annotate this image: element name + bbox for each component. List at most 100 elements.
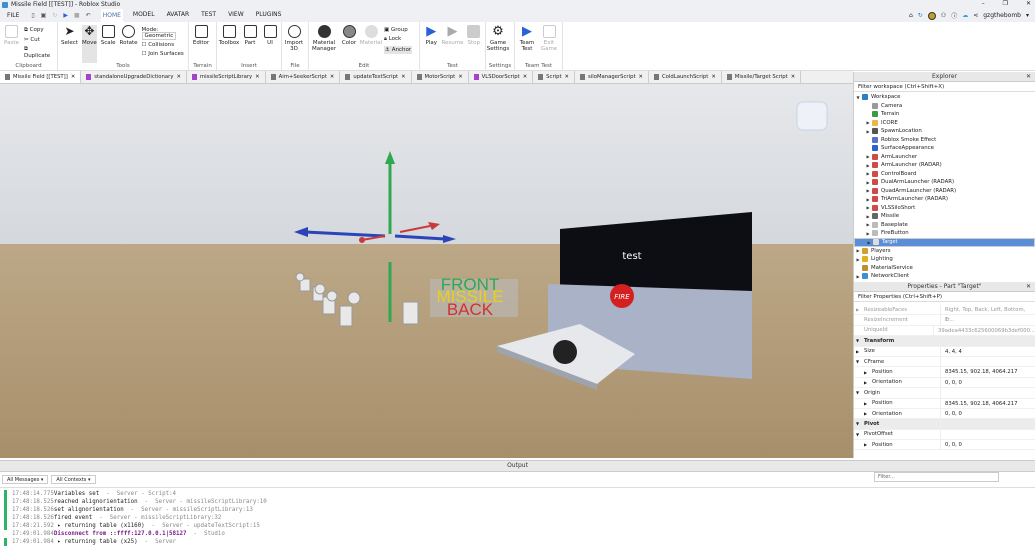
collapsed-arrow-icon[interactable]: ▶ <box>864 231 872 236</box>
close-tab-icon[interactable]: ✕ <box>565 74 569 80</box>
collapsed-arrow-icon[interactable]: ▶ <box>865 240 873 245</box>
messages-filter-dropdown[interactable]: All Messages ▾ <box>2 475 49 484</box>
tab-view[interactable]: VIEW <box>226 9 246 22</box>
tab-test[interactable]: TEST <box>199 9 218 22</box>
copy-button[interactable]: ⧉ Copy <box>24 27 54 34</box>
cloud-icon[interactable]: ☁ <box>962 12 968 19</box>
property-row[interactable]: ▶ Position 0, 0, 0 <box>854 440 1035 451</box>
close-tab-icon[interactable]: ✕ <box>330 74 334 80</box>
help-icon[interactable]: ⓘ <box>951 11 957 20</box>
document-tab[interactable]: MotorScript ✕ <box>412 71 469 83</box>
close-tab-icon[interactable]: ✕ <box>791 74 795 80</box>
file-menu[interactable]: FILE <box>5 10 21 21</box>
explorer-item[interactable]: ▶ VLSSiloShort <box>854 204 1035 213</box>
home-icon[interactable]: ⌂ <box>909 12 913 19</box>
document-tab[interactable]: VLSDoorScript ✕ <box>469 71 534 83</box>
expanded-arrow-icon[interactable]: ▼ <box>856 390 864 395</box>
explorer-item[interactable]: ▶ ArmLauncher <box>854 153 1035 162</box>
close-tab-icon[interactable]: ✕ <box>401 74 405 80</box>
explorer-item[interactable]: ▶ TriArmLauncher (RADAR) <box>854 195 1035 204</box>
collapsed-arrow-icon[interactable]: ▶ <box>864 163 872 168</box>
collapsed-arrow-icon[interactable]: ▶ <box>864 411 872 416</box>
expanded-arrow-icon[interactable]: ▼ <box>854 95 862 100</box>
collapsed-arrow-icon[interactable]: ▶ <box>864 120 872 125</box>
collapsed-arrow-icon[interactable]: ▶ <box>854 274 862 279</box>
minimize-button[interactable]: – <box>982 0 985 7</box>
collapsed-arrow-icon[interactable]: ▶ <box>854 248 862 253</box>
property-row[interactable]: ▼ Pivot <box>854 419 1035 430</box>
add-friend-icon[interactable]: ⚇ <box>941 12 946 19</box>
play-icon[interactable]: ▶ <box>63 12 68 19</box>
property-row[interactable]: ▼ PivotOffset <box>854 429 1035 441</box>
document-tab[interactable]: siloManagerScript ✕ <box>575 71 649 83</box>
explorer-item[interactable]: ▶ DualArmLauncher (RADAR) <box>854 178 1035 187</box>
anchor-button[interactable]: ⚓︎ Anchor <box>384 46 413 54</box>
collisions-checkbox[interactable]: ☐ Collisions <box>142 42 185 48</box>
property-row[interactable]: ▶ Position 8345.15, 902.18, 4064.217 <box>854 367 1035 378</box>
property-row[interactable]: ▶ Orientation 0, 0, 0 <box>854 408 1035 420</box>
restore-button[interactable]: ❐ <box>1003 0 1008 7</box>
close-tab-icon[interactable]: ✕ <box>255 74 259 80</box>
explorer-item[interactable]: Camera <box>854 102 1035 111</box>
document-tab[interactable]: Script ✕ <box>533 71 575 83</box>
properties-filter-input[interactable]: Filter Properties (Ctrl+Shift+P) <box>854 292 1035 302</box>
property-value[interactable]: Right, Top, Back, Left, Bottom, Fr... <box>940 305 1035 323</box>
explorer-item[interactable]: ▶ Baseplate <box>854 221 1035 230</box>
3d-viewport[interactable]: FRONT MISSILE BACK test FIRE <box>0 84 853 458</box>
explorer-item[interactable]: ▶ SpawnLocation <box>854 127 1035 136</box>
close-tab-icon[interactable]: ✕ <box>639 74 643 80</box>
output-search-input[interactable]: Filter... <box>874 472 999 482</box>
refresh-icon[interactable]: ↻ <box>918 12 923 19</box>
close-tab-icon[interactable]: ✕ <box>523 74 527 80</box>
explorer-item[interactable]: ▶ Lighting <box>854 255 1035 264</box>
lock-button[interactable]: 🔒︎ Lock <box>384 36 412 43</box>
collapsed-arrow-icon[interactable]: ▶ <box>864 171 872 176</box>
collapsed-arrow-icon[interactable]: ▶ <box>864 129 872 134</box>
property-row[interactable]: ▼ CFrame <box>854 356 1035 368</box>
open-file-icon[interactable]: ▣ <box>41 12 47 19</box>
explorer-item[interactable]: ▶ NetworkClient <box>854 272 1035 281</box>
close-tab-icon[interactable]: ✕ <box>458 74 462 80</box>
property-value[interactable]: 8345.15, 902.18, 4064.217 <box>940 367 1035 377</box>
chevron-down-icon[interactable]: ▾ <box>1026 12 1029 19</box>
mode-selector[interactable]: Mode: Geometric <box>141 27 185 40</box>
tab-avatar[interactable]: AVATAR <box>165 9 192 22</box>
avatar[interactable] <box>927 11 936 20</box>
property-value[interactable]: 4, 4, 4 <box>940 346 1035 356</box>
close-button[interactable]: ✕ <box>1026 0 1031 7</box>
document-tab[interactable]: Aim+SeekerScript ✕ <box>266 71 341 83</box>
username[interactable]: gzgthebomb <box>983 12 1021 19</box>
explorer-filter-input[interactable]: Filter workspace (Ctrl+Shift+X) <box>854 82 1035 92</box>
collapsed-arrow-icon[interactable]: ▶ <box>864 222 872 227</box>
undo-icon[interactable]: ↶ <box>86 12 91 19</box>
share-icon[interactable]: ⋖ <box>973 12 978 19</box>
property-value[interactable]: 1 <box>940 315 1035 325</box>
expanded-arrow-icon[interactable]: ▼ <box>856 432 864 437</box>
collapsed-arrow-icon[interactable]: ▶ <box>864 214 872 219</box>
property-value[interactable] <box>940 419 1035 428</box>
duplicate-button[interactable]: ⧉ Duplicate <box>24 46 54 59</box>
collapsed-arrow-icon[interactable]: ▶ <box>864 197 872 202</box>
property-value[interactable]: 0, 0, 0 <box>940 440 1035 450</box>
explorer-item[interactable]: Terrain <box>854 110 1035 119</box>
explorer-item[interactable]: ▶ FireButton <box>854 229 1035 238</box>
explorer-item[interactable]: ▶ ArmLauncher (RADAR) <box>854 161 1035 170</box>
property-row[interactable]: ▼ Origin <box>854 388 1035 399</box>
join-surfaces-checkbox[interactable]: ☐ Join Surfaces <box>142 51 185 57</box>
close-icon[interactable]: ✕ <box>1026 282 1031 292</box>
expanded-arrow-icon[interactable]: ▼ <box>856 338 864 343</box>
explorer-item[interactable]: SurfaceAppearance <box>854 144 1035 153</box>
explorer-item[interactable]: ▼ Workspace <box>854 93 1035 102</box>
property-row[interactable]: ▶ ResizeableFaces Right, Top, Back, Left, … <box>854 305 1035 323</box>
explorer-item[interactable]: ▶ Players <box>854 247 1035 256</box>
explorer-item[interactable]: Roblox Smoke Effect <box>854 136 1035 145</box>
property-row[interactable]: UniqueId 39adea4433c625600069b3def000... <box>854 325 1035 337</box>
close-tab-icon[interactable]: ✕ <box>71 74 75 80</box>
property-row[interactable]: ▶ Position 8345.15, 902.18, 4064.217 <box>854 398 1035 409</box>
view-cube[interactable] <box>796 101 828 131</box>
property-value[interactable] <box>940 388 1035 398</box>
document-tab[interactable]: standaloneUpgradeDictionary ✕ <box>81 71 187 83</box>
close-icon[interactable]: ✕ <box>1026 72 1031 82</box>
property-row[interactable]: ▶ Orientation 0, 0, 0 <box>854 377 1035 389</box>
collapsed-arrow-icon[interactable]: ▶ <box>864 401 872 406</box>
